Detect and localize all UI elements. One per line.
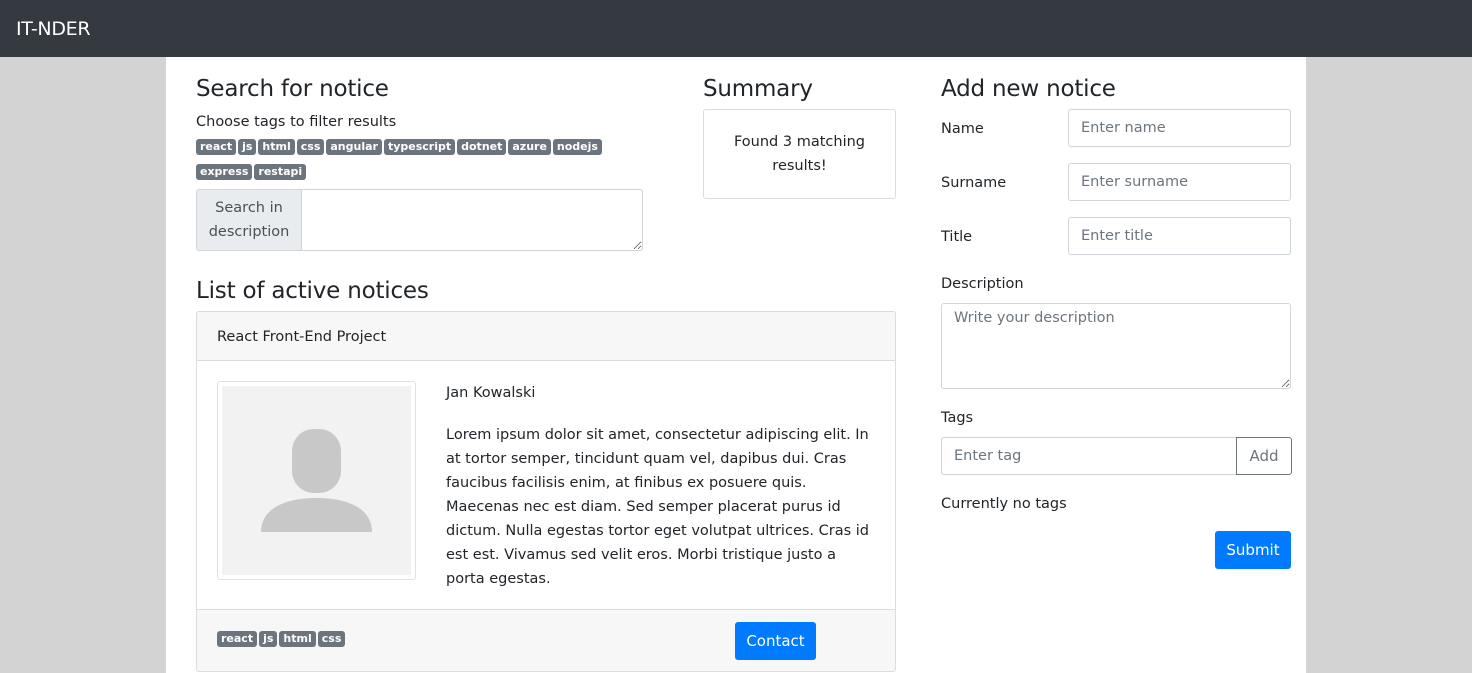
notice-title: React Front-End Project [197, 312, 895, 361]
notice-tag: react [217, 631, 258, 647]
filter-tag[interactable]: html [258, 139, 295, 155]
filter-tag-list: react js html css angular typescript dotnet azu… [196, 138, 636, 188]
search-heading: Search for notice [196, 76, 389, 102]
notice-body: Jan Kowalski Lorem ipsum dolor sit amet,… [197, 361, 895, 609]
description-search-group: Search in description [196, 189, 643, 251]
notice-author: Jan Kowalski [446, 385, 536, 401]
notice-tag: html [279, 631, 316, 647]
summary-heading: Summary [703, 76, 813, 102]
description-label: Description [941, 276, 1024, 292]
main-container: Search for notice Choose tags to filter … [166, 57, 1306, 673]
filter-tag[interactable]: restapi [254, 164, 307, 180]
filter-tag[interactable]: css [296, 139, 325, 155]
filter-help-text: Choose tags to filter results [196, 114, 397, 130]
filter-tag[interactable]: angular [326, 139, 382, 155]
surname-input[interactable] [1068, 163, 1291, 201]
avatar [217, 381, 416, 580]
filter-tag[interactable]: dotnet [457, 139, 507, 155]
notices-heading: List of active notices [196, 278, 429, 304]
navbar: IT-NDER [0, 0, 1472, 57]
submit-button[interactable]: Submit [1215, 531, 1291, 569]
filter-tag[interactable]: azure [508, 139, 551, 155]
filter-tag[interactable]: js [238, 139, 257, 155]
add-tag-button[interactable]: Add [1236, 437, 1292, 475]
tags-label: Tags [941, 410, 974, 426]
user-placeholder-icon [222, 386, 411, 575]
name-input[interactable] [1068, 109, 1291, 147]
notice-tag: css [317, 631, 346, 647]
tag-input[interactable] [941, 437, 1237, 475]
filter-tag[interactable]: express [196, 164, 253, 180]
notice-tag: js [259, 631, 278, 647]
title-input[interactable] [1068, 217, 1291, 255]
surname-label: Surname [941, 175, 1007, 191]
title-label: Title [941, 229, 973, 245]
no-tags-text: Currently no tags [941, 496, 1067, 512]
filter-tag[interactable]: react [196, 139, 237, 155]
summary-box: Found 3 matching results! [703, 109, 896, 199]
notice-footer: react js html css Contact [197, 609, 895, 671]
search-addon-label: Search in description [196, 189, 301, 251]
name-label: Name [941, 121, 984, 137]
summary-text: Found 3 matching results! [733, 134, 865, 174]
description-search-input[interactable] [301, 189, 643, 251]
contact-button[interactable]: Contact [735, 622, 816, 660]
navbar-brand[interactable]: IT-NDER [16, 17, 91, 41]
notice-description: Lorem ipsum dolor sit amet, consectetur … [446, 427, 869, 587]
notice-card: React Front-End Project Jan Kowalski Lor… [196, 311, 896, 672]
description-input[interactable] [941, 303, 1291, 389]
filter-tag[interactable]: typescript [383, 139, 456, 155]
filter-tag[interactable]: nodejs [552, 139, 602, 155]
notice-tag-list: react js html css [217, 627, 347, 655]
add-notice-heading: Add new notice [941, 76, 1116, 102]
